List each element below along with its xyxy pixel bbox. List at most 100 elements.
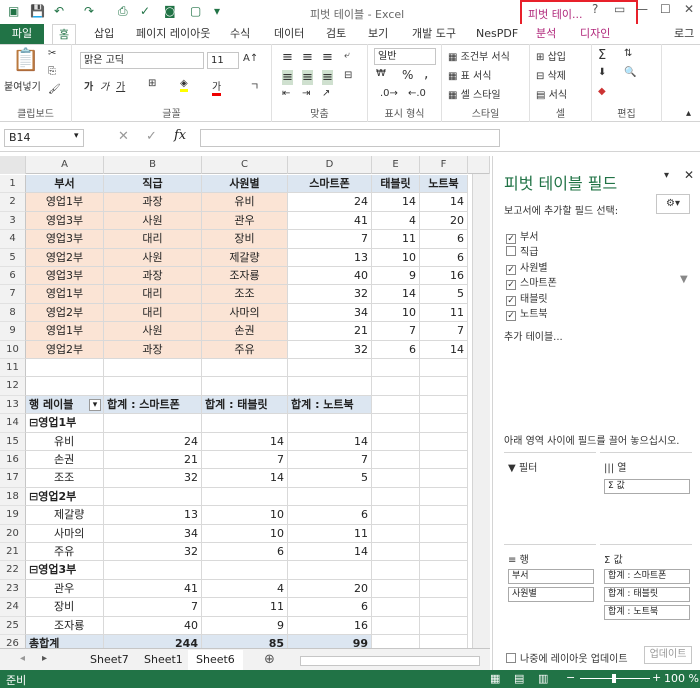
empty-cell[interactable]	[420, 543, 468, 562]
name-box-dropdown-icon[interactable]: ▾	[74, 131, 79, 141]
empty-cell[interactable]	[372, 561, 420, 580]
help-button[interactable]: ?	[592, 2, 598, 16]
field-checkbox[interactable]: ✓	[506, 311, 516, 321]
table-cell[interactable]: 영업1부	[26, 285, 104, 304]
filter-area[interactable]: ▼ 필터	[504, 452, 596, 544]
pivot-row-label-header[interactable]: 행 레이블 ▾	[26, 395, 104, 415]
indent-decrease-icon[interactable]: ⇤	[282, 88, 290, 99]
table-cell[interactable]: 조자룡	[202, 267, 288, 286]
column-header[interactable]: B	[104, 156, 202, 174]
empty-cell[interactable]	[420, 524, 468, 543]
table-cell[interactable]: 11	[372, 230, 420, 249]
column-header[interactable]: D	[288, 156, 372, 174]
row-header[interactable]: 5	[0, 248, 26, 267]
table-cell[interactable]: 유비	[202, 193, 288, 212]
redo-icon[interactable]: ↷	[84, 4, 94, 18]
tab-file[interactable]: 파일	[0, 24, 44, 44]
row-header[interactable]: 2	[0, 193, 26, 212]
tab-analyze[interactable]: 분석	[536, 24, 556, 44]
add-sheet-icon[interactable]: ⊕	[264, 652, 275, 667]
row-field-item[interactable]: 사원별	[508, 587, 594, 602]
value-field-item[interactable]: 합계 : 스마트폰	[604, 569, 690, 584]
login-link[interactable]: 로그	[674, 24, 694, 44]
table-cell[interactable]: 4	[372, 211, 420, 231]
table-cell[interactable]: 10	[372, 248, 420, 267]
row-header[interactable]: 24	[0, 598, 26, 617]
pivot-value-cell[interactable]	[202, 561, 288, 580]
empty-cell[interactable]	[372, 487, 420, 507]
fill-color-icon[interactable]: ◈	[180, 78, 188, 92]
table-cell[interactable]: 40	[288, 267, 372, 286]
pivot-value-cell[interactable]: 4	[202, 579, 288, 599]
table-cell[interactable]: 장비	[202, 230, 288, 249]
empty-cell[interactable]	[104, 377, 202, 396]
delete-cells-button[interactable]: ⊟ 삭제	[536, 67, 566, 82]
camera-icon[interactable]: ◙	[164, 4, 176, 18]
italic-icon[interactable]: 가	[100, 78, 109, 93]
pivot-value-cell[interactable]: 14	[288, 543, 372, 562]
format-table-button[interactable]: ▦ 표 서식	[448, 67, 491, 82]
table-cell[interactable]: 사원	[104, 248, 202, 267]
row-header[interactable]: 6	[0, 267, 26, 286]
table-cell[interactable]: 14	[420, 340, 468, 359]
pivot-value-header[interactable]: 합계 : 스마트폰	[104, 395, 202, 415]
pivot-item-label[interactable]: 유비	[26, 432, 104, 451]
table-cell[interactable]: 영업1부	[26, 322, 104, 341]
align-middle-icon[interactable]: ≡	[302, 50, 313, 65]
field-checkbox[interactable]	[506, 246, 516, 257]
tab-developer[interactable]: 개발 도구	[412, 24, 456, 44]
fill-icon[interactable]: ⬇	[598, 67, 606, 78]
pivot-value-cell[interactable]: 6	[288, 506, 372, 525]
row-header[interactable]: 19	[0, 506, 26, 525]
table-cell[interactable]: 7	[420, 322, 468, 341]
cut-icon[interactable]: ✂	[48, 48, 56, 59]
table-cell[interactable]: 6	[420, 230, 468, 249]
pivot-value-cell[interactable]	[104, 487, 202, 507]
pivot-value-header[interactable]: 합계 : 태블릿	[202, 395, 288, 415]
pivot-value-cell[interactable]: 6	[202, 543, 288, 562]
pivot-value-cell[interactable]	[104, 561, 202, 580]
pivot-value-cell[interactable]: 40	[104, 616, 202, 635]
comma-button[interactable]: ,	[424, 66, 428, 82]
row-header[interactable]: 13	[0, 395, 26, 415]
paste-icon[interactable]: 📋	[12, 48, 39, 73]
table-header-cell[interactable]: 노트북	[420, 175, 468, 194]
table-cell[interactable]: 16	[420, 267, 468, 286]
table-cell[interactable]: 영업1부	[26, 193, 104, 212]
collapse-ribbon-icon[interactable]: ▴	[686, 108, 691, 119]
clear-icon[interactable]: ◆	[598, 86, 606, 97]
field-item[interactable]: ✓ 스마트폰	[506, 274, 557, 291]
table-cell[interactable]: 32	[288, 285, 372, 304]
table-cell[interactable]: 14	[372, 193, 420, 212]
empty-cell[interactable]	[372, 395, 420, 415]
tab-data[interactable]: 데이터	[274, 24, 304, 44]
table-cell[interactable]: 영업3부	[26, 230, 104, 249]
empty-cell[interactable]	[372, 635, 420, 648]
table-cell[interactable]: 5	[420, 285, 468, 304]
table-cell[interactable]: 20	[420, 211, 468, 231]
row-header[interactable]: 10	[0, 340, 26, 359]
table-cell[interactable]: 6	[420, 248, 468, 267]
row-header[interactable]: 14	[0, 414, 26, 433]
empty-cell[interactable]	[420, 598, 468, 617]
empty-cell[interactable]	[420, 506, 468, 525]
pivot-value-cell[interactable]: 11	[288, 524, 372, 543]
maximize-icon[interactable]: ☐	[660, 2, 671, 16]
table-cell[interactable]: 13	[288, 248, 372, 267]
pivot-item-label[interactable]: 조조	[26, 469, 104, 488]
row-header[interactable]: 8	[0, 303, 26, 323]
table-cell[interactable]: 34	[288, 303, 372, 323]
empty-cell[interactable]	[372, 616, 420, 635]
table-cell[interactable]: 41	[288, 211, 372, 231]
pivot-value-cell[interactable]: 10	[202, 524, 288, 543]
row-header[interactable]: 3	[0, 211, 26, 231]
empty-cell[interactable]	[372, 432, 420, 451]
empty-cell[interactable]	[372, 598, 420, 617]
spell-check-icon[interactable]: ✓	[140, 4, 150, 18]
tab-formulas[interactable]: 수식	[230, 24, 250, 44]
gear-icon[interactable]: ⚙▾	[656, 194, 690, 214]
pivot-value-cell[interactable]: 5	[288, 469, 372, 488]
column-header-extra[interactable]	[468, 156, 490, 174]
pivot-value-cell[interactable]: 41	[104, 579, 202, 599]
pivot-value-cell[interactable]	[288, 561, 372, 580]
